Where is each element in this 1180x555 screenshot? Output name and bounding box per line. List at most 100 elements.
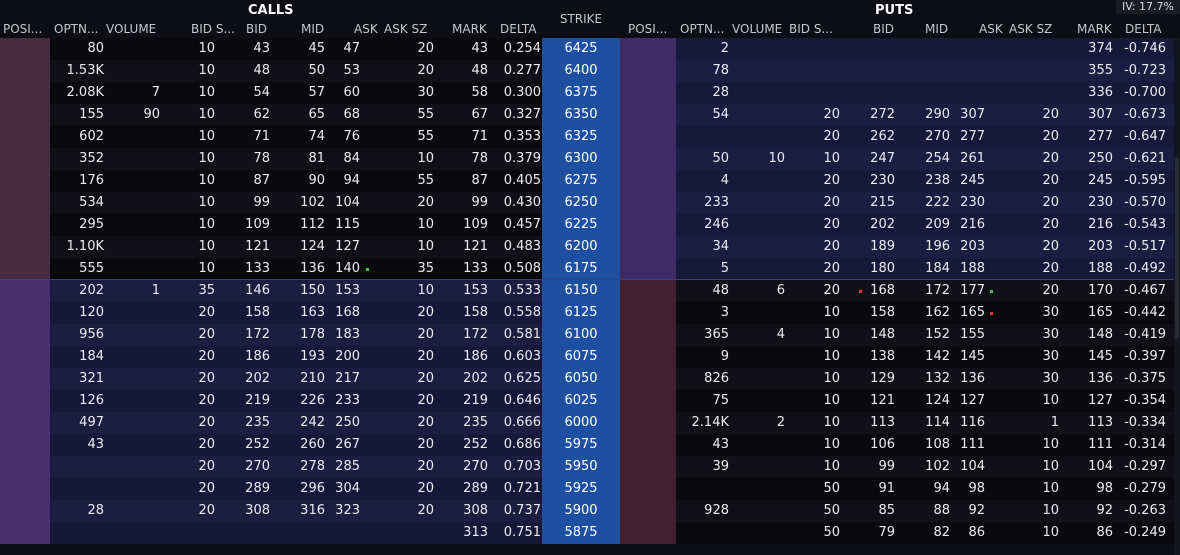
- put-position-cell[interactable]: [620, 324, 676, 346]
- put-bid[interactable]: 189: [870, 236, 895, 258]
- strike-price[interactable]: 6025: [542, 390, 620, 412]
- call-col-header-2[interactable]: VOLUME: [106, 22, 156, 36]
- put-ask[interactable]: 165: [960, 302, 985, 324]
- put-bid[interactable]: 158: [870, 302, 895, 324]
- strike-price[interactable]: 6050: [542, 368, 620, 390]
- put-bid[interactable]: 148: [870, 324, 895, 346]
- chain-row[interactable]: 6325 602 10 71 74 76 55 71 0.353 20 262 270 277 20 277…: [0, 126, 1180, 148]
- put-mark[interactable]: 307: [1088, 104, 1113, 126]
- call-ask[interactable]: 60: [343, 82, 360, 104]
- put-ask[interactable]: 116: [960, 412, 985, 434]
- call-bid[interactable]: 252: [245, 434, 270, 456]
- strike-price[interactable]: 6000: [542, 412, 620, 434]
- put-col-header-7[interactable]: ASK SZ: [1009, 22, 1052, 36]
- chain-row[interactable]: 5900 28 20 308 316 323 20 308 0.737 928 50 85 88 92 10…: [0, 500, 1180, 522]
- call-col-header-3[interactable]: BID S...: [191, 22, 235, 36]
- call-col-header-4[interactable]: BID: [246, 22, 267, 36]
- strike-price[interactable]: 5975: [542, 434, 620, 456]
- strike-price[interactable]: 5875: [542, 522, 620, 544]
- call-col-header-9[interactable]: DELTA: [500, 22, 536, 36]
- put-position-cell[interactable]: [620, 280, 676, 302]
- call-ask[interactable]: 285: [335, 456, 360, 478]
- call-position-cell[interactable]: [0, 324, 50, 346]
- call-col-header-6[interactable]: ASK: [354, 22, 378, 36]
- call-ask[interactable]: 153: [335, 280, 360, 302]
- call-mark[interactable]: 219: [463, 390, 488, 412]
- put-mark[interactable]: 250: [1088, 148, 1113, 170]
- call-position-cell[interactable]: [0, 478, 50, 500]
- put-col-header-8[interactable]: MARK: [1077, 22, 1112, 36]
- put-position-cell[interactable]: [620, 60, 676, 82]
- call-ask[interactable]: 168: [335, 302, 360, 324]
- strike-price[interactable]: 5950: [542, 456, 620, 478]
- put-ask[interactable]: 203: [960, 236, 985, 258]
- put-bid[interactable]: 247: [870, 148, 895, 170]
- call-mark[interactable]: 186: [463, 346, 488, 368]
- put-bid[interactable]: 230: [870, 170, 895, 192]
- call-position-cell[interactable]: [0, 60, 50, 82]
- put-col-header-0[interactable]: POSI...: [628, 22, 667, 36]
- call-mark[interactable]: 158: [463, 302, 488, 324]
- put-ask[interactable]: 127: [960, 390, 985, 412]
- call-bid[interactable]: 186: [245, 346, 270, 368]
- call-ask[interactable]: 233: [335, 390, 360, 412]
- put-mark[interactable]: 136: [1088, 368, 1113, 390]
- put-ask[interactable]: 261: [960, 148, 985, 170]
- put-position-cell[interactable]: [620, 478, 676, 500]
- put-bid[interactable]: 202: [870, 214, 895, 236]
- strike-price[interactable]: 5900: [542, 500, 620, 522]
- chain-row[interactable]: 6300 352 10 78 81 84 10 78 0.379 50 10 10 247 254 261 2…: [0, 148, 1180, 170]
- call-position-cell[interactable]: [0, 236, 50, 258]
- put-position-cell[interactable]: [620, 126, 676, 148]
- put-bid[interactable]: 262: [870, 126, 895, 148]
- strike-price[interactable]: 6200: [542, 236, 620, 258]
- call-mark[interactable]: 99: [471, 192, 488, 214]
- strike-price[interactable]: 6425: [542, 38, 620, 60]
- call-position-cell[interactable]: [0, 368, 50, 390]
- put-mark[interactable]: 277: [1088, 126, 1113, 148]
- call-ask[interactable]: 250: [335, 412, 360, 434]
- strike-price[interactable]: 6300: [542, 148, 620, 170]
- call-bid[interactable]: 219: [245, 390, 270, 412]
- call-bid[interactable]: 289: [245, 478, 270, 500]
- put-ask[interactable]: 230: [960, 192, 985, 214]
- call-col-header-5[interactable]: MID: [301, 22, 324, 36]
- put-bid[interactable]: 91: [878, 478, 895, 500]
- put-position-cell[interactable]: [620, 390, 676, 412]
- call-mark[interactable]: 153: [463, 280, 488, 302]
- call-mark[interactable]: 133: [463, 258, 488, 280]
- call-position-cell[interactable]: [0, 38, 50, 60]
- put-col-header-4[interactable]: BID: [873, 22, 894, 36]
- put-col-header-1[interactable]: OPTN...: [680, 22, 724, 36]
- strike-price[interactable]: 6400: [542, 60, 620, 82]
- chain-row[interactable]: 5875 313 0.751 50 79 82 86 10 86 -0.249: [0, 522, 1180, 544]
- call-ask[interactable]: 127: [335, 236, 360, 258]
- put-mark[interactable]: 230: [1088, 192, 1113, 214]
- put-bid[interactable]: 168: [870, 280, 895, 302]
- call-ask[interactable]: 267: [335, 434, 360, 456]
- put-ask[interactable]: 111: [960, 434, 985, 456]
- chain-row[interactable]: 6050 321 20 202 210 217 20 202 0.625 826 10 129 132 1…: [0, 368, 1180, 390]
- chain-row[interactable]: 5925 20 289 296 304 20 289 0.721 50 91 94 98 10 98 -0.…: [0, 478, 1180, 500]
- call-mark[interactable]: 313: [463, 522, 488, 544]
- call-position-cell[interactable]: [0, 126, 50, 148]
- call-position-cell[interactable]: [0, 346, 50, 368]
- call-mark[interactable]: 71: [471, 126, 488, 148]
- put-position-cell[interactable]: [620, 192, 676, 214]
- put-mark[interactable]: 336: [1088, 82, 1113, 104]
- strike-price[interactable]: 6325: [542, 126, 620, 148]
- put-col-header-2[interactable]: VOLUME: [732, 22, 782, 36]
- chain-row[interactable]: 6200 1.10K 10 121 124 127 10 121 0.483 34 20 189 196…: [0, 236, 1180, 258]
- chain-row[interactable]: 6275 176 10 87 90 94 55 87 0.405 4 20 230 238 245 20 24…: [0, 170, 1180, 192]
- call-ask[interactable]: 140: [335, 258, 360, 280]
- call-position-cell[interactable]: [0, 170, 50, 192]
- call-ask[interactable]: 104: [335, 192, 360, 214]
- put-position-cell[interactable]: [620, 346, 676, 368]
- put-position-cell[interactable]: [620, 258, 676, 280]
- put-position-cell[interactable]: [620, 434, 676, 456]
- put-bid[interactable]: 272: [870, 104, 895, 126]
- put-mark[interactable]: 374: [1088, 38, 1113, 60]
- strike-price[interactable]: 6225: [542, 214, 620, 236]
- call-position-cell[interactable]: [0, 192, 50, 214]
- call-position-cell[interactable]: [0, 302, 50, 324]
